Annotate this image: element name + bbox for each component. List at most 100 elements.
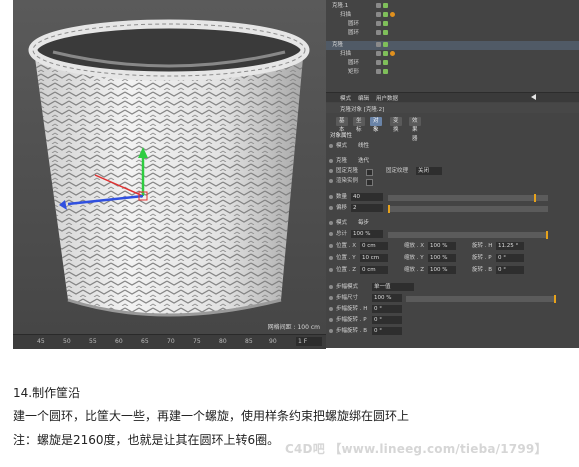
object-row-circle[interactable]: 圆环 [326,29,579,38]
timeline-ruler[interactable]: 45 50 55 60 65 70 75 80 85 90 1 F [13,334,326,349]
count-slider[interactable] [388,194,548,202]
step-rot-h-field[interactable]: 0 ° [372,305,402,313]
step-rot-b-field[interactable]: 0 ° [372,327,402,335]
param-label: 步幅旋转 . P [336,317,367,323]
param-label: 模式 [336,220,348,226]
watermark-logo: C4D吧 [285,442,325,456]
fix-clone-checkbox[interactable] [366,169,373,176]
param-step-size[interactable]: 步幅尺寸 100 % [326,294,579,303]
keyframe-dot-icon[interactable] [329,179,333,183]
slider-handle[interactable] [554,295,556,303]
scale-z-field[interactable]: 100 % [428,266,456,274]
param-mode2[interactable]: 模式 每步 [326,219,579,228]
tab-basic[interactable]: 基本 [336,117,348,133]
visibility-icon [376,60,381,65]
keyframe-dot-icon[interactable] [329,296,333,300]
scale-x-field[interactable]: 100 % [428,242,456,250]
keyframe-dot-icon[interactable] [329,232,333,236]
keyframe-dot-icon[interactable] [329,244,333,248]
step-rot-p-field[interactable]: 0 ° [372,316,402,324]
keyframe-dot-icon[interactable] [329,221,333,225]
object-row-rectangle[interactable]: 矩形 [326,68,579,77]
object-title: 克隆对象 [克隆.2] [340,107,385,113]
fix-texture-select[interactable]: 关闭 [416,167,442,175]
tab-transform[interactable]: 变换 [390,117,402,133]
keyframe-dot-icon[interactable] [329,329,333,333]
count-field[interactable]: 40 [351,193,383,201]
menu-edit[interactable]: 编辑 [358,94,369,102]
enabled-check-icon [383,30,388,35]
param-label: 步幅尺寸 [336,295,359,301]
object-row-clone-1[interactable]: 克隆.1 [326,2,579,11]
offset-field[interactable]: 2 [351,204,383,212]
object-name: 圆环 [348,60,360,66]
menu-user-data[interactable]: 用户数据 [376,94,398,102]
menu-mode[interactable]: 模式 [340,94,351,102]
mode2-value[interactable]: 每步 [356,219,398,227]
param-offset[interactable]: 偏移 2 [326,204,579,213]
keyframe-dot-icon[interactable] [329,256,333,260]
param-step-rot-b[interactable]: 步幅旋转 . B 0 ° [326,327,579,336]
material-tag-icon [390,12,395,17]
render-instance-checkbox[interactable] [366,179,373,186]
param-total[interactable]: 总计 100 % [326,230,579,239]
slider-handle[interactable] [388,205,390,213]
object-row-circle[interactable]: 圆环 [326,20,579,29]
back-arrow-icon[interactable] [531,94,536,100]
param-label: 模式 [336,143,348,149]
param-mode[interactable]: 模式 线性 [326,142,579,151]
step-mode-select[interactable]: 单一值 [372,283,414,291]
param-fix-clone[interactable]: 固定克隆 固定纹理 关闭 [326,167,579,176]
current-frame-field[interactable]: 1 F [296,337,322,346]
pos-z-field[interactable]: 0 cm [360,266,388,274]
rot-h-field[interactable]: 11.25 ° [496,242,524,250]
param-count[interactable]: 数量 40 [326,193,579,202]
object-row-sweep[interactable]: 扫描 [326,11,579,20]
keyframe-dot-icon[interactable] [329,206,333,210]
pos-y-field[interactable]: 10 cm [360,254,388,262]
param-step-rot-h[interactable]: 步幅旋转 . H 0 ° [326,305,579,314]
step-size-field[interactable]: 100 % [372,294,402,302]
total-field[interactable]: 100 % [351,230,383,238]
slider-handle[interactable] [546,231,548,239]
mode-value[interactable]: 线性 [356,142,398,150]
tab-object[interactable]: 对象 [370,117,382,133]
param-step-rot-p[interactable]: 步幅旋转 . P 0 ° [326,316,579,325]
slider-handle[interactable] [534,194,536,202]
watermark: C4D吧 【www.lineeg.com/tieba/1799】 [285,440,547,457]
object-flags [376,30,390,39]
keyframe-dot-icon[interactable] [329,159,333,163]
section-title: 对象属性 [330,133,353,139]
keyframe-dot-icon[interactable] [329,195,333,199]
clone-value[interactable]: 迭代 [356,157,398,165]
tab-effectors[interactable]: 效果器 [409,117,421,142]
param-step-mode[interactable]: 步幅模式 单一值 [326,283,579,292]
param-label: 缩放 . X [404,243,425,249]
scale-y-field[interactable]: 100 % [428,254,456,262]
object-row-sweep[interactable]: 扫描 [326,50,579,59]
param-label: 缩放 . Y [404,255,424,261]
object-name: 矩形 [348,69,360,75]
keyframe-dot-icon[interactable] [329,318,333,322]
object-row-circle[interactable]: 圆环 [326,59,579,68]
keyframe-dot-icon[interactable] [329,144,333,148]
keyframe-dot-icon[interactable] [329,169,333,173]
enabled-check-icon [383,21,388,26]
param-clone[interactable]: 克隆 迭代 [326,157,579,166]
tab-coord[interactable]: 坐标 [353,117,365,133]
keyframe-dot-icon[interactable] [329,268,333,272]
timeline-tick: 50 [63,338,71,345]
param-render-instance[interactable]: 渲染实例 [326,177,579,186]
object-row-clone[interactable]: 克隆 [326,41,579,50]
keyframe-dot-icon[interactable] [329,307,333,311]
grid-spacing-readout: 网格间距 : 100 cm [267,324,320,331]
rot-p-field[interactable]: 0 ° [496,254,524,262]
total-slider[interactable] [388,231,548,239]
keyframe-dot-icon[interactable] [329,285,333,289]
3d-viewport[interactable]: 网格间距 : 100 cm [13,0,326,334]
pos-x-field[interactable]: 0 cm [360,242,388,250]
enabled-check-icon [383,51,388,56]
rot-b-field[interactable]: 0 ° [496,266,524,274]
step-size-slider[interactable] [406,295,556,303]
offset-slider[interactable] [388,205,548,213]
